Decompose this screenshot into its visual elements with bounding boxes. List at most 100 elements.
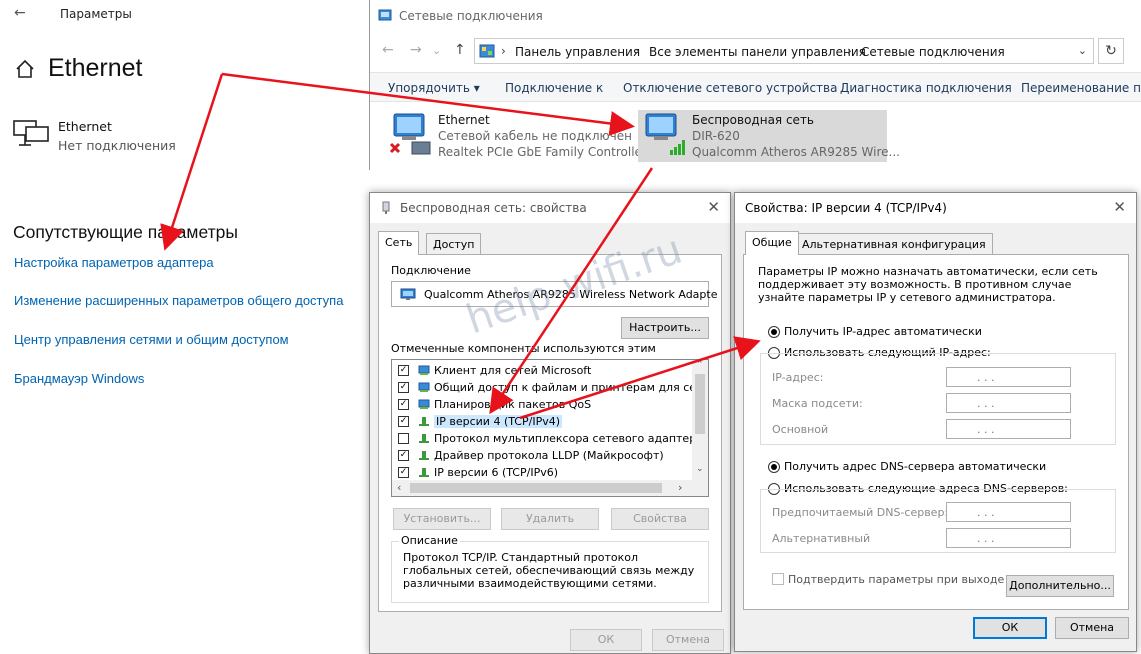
tab-network[interactable]: Сеть — [378, 231, 420, 255]
link-sharing-options[interactable]: Изменение расширенных параметров общего … — [14, 293, 343, 308]
configure-button[interactable]: Настроить... — [621, 317, 709, 339]
breadcrumb-all-items[interactable]: Все элементы панели управления — [649, 45, 866, 59]
cmd-diagnose[interactable]: Диагностика подключения — [840, 81, 1012, 95]
dialog-title: Беспроводная сеть: свойства — [400, 201, 587, 215]
component-label: Клиент для сетей Microsoft — [434, 364, 592, 377]
properties-button[interactable]: Свойства — [611, 508, 709, 530]
advanced-button[interactable]: Дополнительно... — [1006, 575, 1114, 597]
address-dropdown-icon[interactable]: ⌄ — [1078, 44, 1087, 57]
protocol-icon — [419, 434, 429, 443]
refresh-icon[interactable]: ↻ — [1098, 38, 1124, 64]
checkbox[interactable] — [398, 433, 409, 444]
dialog-titlebar: Свойства: IP версии 4 (TCP/IPv4) ✕ — [735, 193, 1136, 223]
install-button[interactable]: Установить... — [393, 508, 491, 530]
preferred-dns-field[interactable]: . . . — [946, 502, 1071, 522]
alternate-dns-field[interactable]: . . . — [946, 528, 1071, 548]
protocol-icon — [419, 451, 429, 460]
close-icon[interactable]: ✕ — [707, 198, 720, 216]
scroll-right-icon[interactable]: › — [678, 481, 682, 494]
components-label: Отмеченные компоненты используются этим — [391, 342, 656, 355]
settings-titlebar: ← Параметры — [0, 0, 372, 30]
component-label: IP версии 6 (TCP/IPv6) — [434, 466, 559, 479]
breadcrumb-separator-icon: › — [635, 44, 640, 58]
preferred-dns-label: Предпочитаемый DNS-сервер: — [772, 506, 949, 519]
cmd-disable-device[interactable]: Отключение сетевого устройства — [623, 81, 837, 95]
subnet-label: Маска подсети: — [772, 397, 863, 410]
scroll-left-icon[interactable]: ‹ — [397, 481, 401, 494]
horizontal-scrollbar[interactable]: ‹ › — [392, 480, 708, 496]
connection-label: Подключение — [391, 264, 471, 277]
confirm-checkbox[interactable] — [772, 573, 784, 585]
forward-icon[interactable]: → — [410, 42, 422, 58]
scroll-down-icon[interactable]: ⌄ — [696, 464, 704, 474]
connection-device: Qualcomm Atheros AR9285 Wire... — [692, 145, 900, 159]
breadcrumb-separator-icon: › — [501, 44, 506, 58]
cancel-button[interactable]: Отмена — [652, 629, 724, 651]
home-icon[interactable] — [14, 58, 36, 80]
list-item[interactable]: ✓ Клиент для сетей Microsoft — [396, 362, 696, 379]
cmd-rename[interactable]: Переименование под — [1021, 81, 1141, 95]
checkbox[interactable]: ✓ — [398, 467, 409, 478]
breadcrumb-separator-icon: › — [847, 44, 852, 58]
list-item[interactable]: ✓ Планировщик пакетов QoS — [396, 396, 696, 413]
vertical-scrollbar[interactable]: ⌃ ⌄ — [692, 360, 708, 480]
ip-address-field[interactable]: . . . — [946, 367, 1071, 387]
netconn-title: Сетевые подключения — [399, 9, 543, 23]
network-card-icon — [400, 288, 416, 300]
chevron-down-icon[interactable]: ⌄ — [432, 44, 441, 57]
components-list[interactable]: ✓ Клиент для сетей Microsoft ✓ Общий дос… — [391, 359, 709, 497]
settings-window: ← Параметры Ethernet Ethernet Нет подклю… — [0, 0, 372, 654]
intro-text: Параметры IP можно назначать автоматичес… — [758, 265, 1098, 304]
subnet-field[interactable]: . . . — [946, 393, 1071, 413]
connection-status: DIR-620 — [692, 129, 740, 143]
back-arrow-icon[interactable]: ← — [14, 5, 26, 21]
up-icon[interactable]: ↑ — [454, 42, 466, 58]
checkbox[interactable]: ✓ — [398, 382, 409, 393]
list-item-ipv4[interactable]: ✓ IP версии 4 (TCP/IPv4) — [396, 413, 696, 430]
cancel-button[interactable]: Отмена — [1055, 617, 1129, 639]
connection-wireless[interactable]: Беспроводная сеть DIR-620 Qualcomm Ather… — [638, 110, 900, 162]
checkbox[interactable]: ✓ — [398, 365, 409, 376]
network-folder-icon — [378, 9, 392, 21]
tab-general[interactable]: Общие — [745, 231, 799, 255]
scroll-up-icon[interactable]: ⌃ — [696, 360, 704, 370]
gateway-label: Основной — [772, 423, 829, 436]
component-label: IP версии 4 (TCP/IPv4) — [434, 415, 563, 428]
back-icon[interactable]: ← — [382, 42, 394, 58]
ok-button[interactable]: ОК — [570, 629, 642, 651]
adapter-status: Нет подключения — [58, 138, 176, 153]
auto-ip-radio[interactable] — [768, 326, 780, 338]
checkbox[interactable]: ✓ — [398, 416, 409, 427]
tab-sharing[interactable]: Доступ — [426, 233, 482, 255]
link-adapter-settings[interactable]: Настройка параметров адаптера — [14, 255, 214, 270]
list-item[interactable]: ✓ Общий доступ к файлам и принтерам для … — [396, 379, 708, 396]
remove-button[interactable]: Удалить — [501, 508, 599, 530]
alternate-dns-label: Альтернативный — [772, 532, 871, 545]
connection-ethernet[interactable]: Ethernet Сетевой кабель не подключен Rea… — [384, 110, 647, 162]
adapter-name[interactable]: Ethernet — [58, 119, 112, 134]
page-title: Ethernet — [48, 54, 143, 82]
checkbox[interactable]: ✓ — [398, 450, 409, 461]
list-item[interactable]: ✓ IP версии 6 (TCP/IPv6) — [396, 464, 696, 481]
breadcrumb-network-connections[interactable]: Сетевые подключения — [861, 45, 1005, 59]
auto-dns-radio[interactable] — [768, 461, 780, 473]
close-icon[interactable]: ✕ — [1113, 198, 1126, 216]
component-label: Планировщик пакетов QoS — [434, 398, 592, 411]
protocol-icon — [419, 417, 429, 426]
ok-button[interactable]: ОК — [973, 617, 1047, 639]
address-bar[interactable]: › Панель управления › Все элементы панел… — [474, 38, 1094, 64]
link-firewall[interactable]: Брандмауэр Windows — [14, 371, 144, 386]
link-network-center[interactable]: Центр управления сетями и общим доступом — [14, 332, 289, 347]
tab-alternate-config[interactable]: Альтернативная конфигурация — [795, 233, 993, 255]
ethernet-monitor-icon — [13, 120, 49, 146]
command-bar: Упорядочить ▾ Подключение к Отключение с… — [370, 72, 1141, 102]
list-item[interactable]: ✓ Драйвер протокола LLDP (Майкрософт) — [396, 447, 696, 464]
checkbox[interactable]: ✓ — [398, 399, 409, 410]
cmd-connect-to[interactable]: Подключение к — [505, 81, 603, 95]
cmd-organize[interactable]: Упорядочить ▾ — [388, 81, 480, 95]
list-item[interactable]: Протокол мультиплексора сетевого адаптер… — [396, 430, 708, 447]
description-text: Протокол TCP/IP. Стандартный протокол гл… — [403, 551, 695, 590]
breadcrumb-control-panel[interactable]: Панель управления — [515, 45, 640, 59]
netconn-titlebar: Сетевые подключения — [370, 0, 1141, 30]
gateway-field[interactable]: . . . — [946, 419, 1071, 439]
